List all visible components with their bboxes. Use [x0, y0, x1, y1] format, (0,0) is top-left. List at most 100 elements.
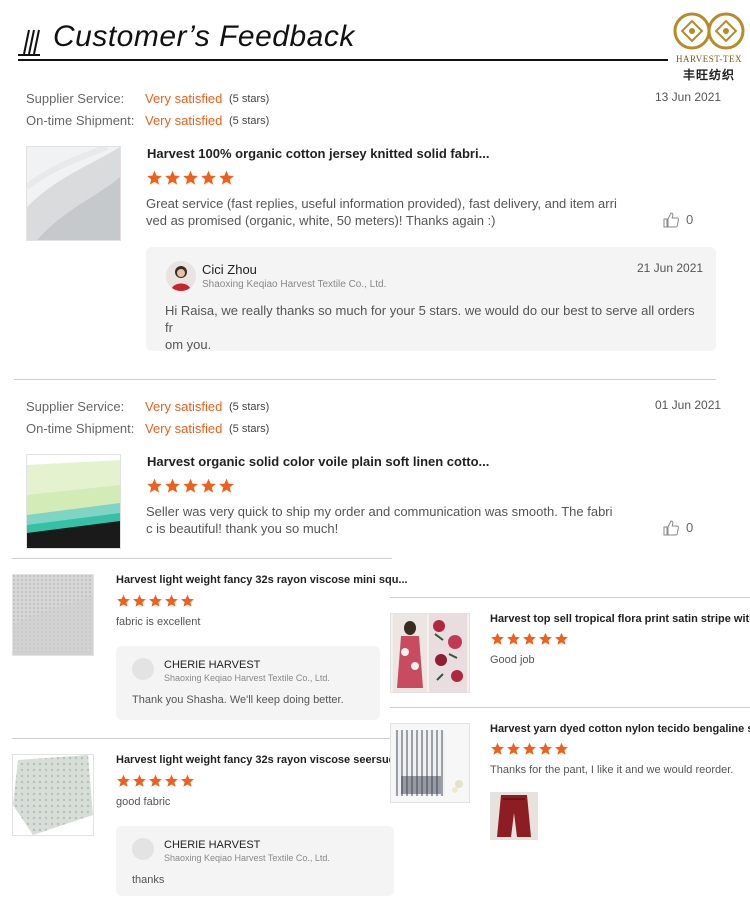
shipment-value: Very satisfied [145, 113, 223, 128]
header-divider [18, 59, 668, 61]
shipment-note: (5 stars) [229, 115, 270, 127]
reply-text: Thank you Shasha. We'll keep doing bette… [132, 694, 344, 706]
company-logo: HARVEST-TEX 丰旺纺织 [668, 8, 750, 82]
seller-reply: CHERIE HARVEST Shaoxing Keqiao Harvest T… [116, 826, 394, 896]
review-text-line: ved as promised (organic, white, 50 mete… [146, 213, 496, 228]
shipment-label: On-time Shipment: [26, 113, 135, 128]
shipment-value: Very satisfied [145, 421, 223, 436]
star-icon [147, 170, 162, 185]
product-title[interactable]: Harvest light weight fancy 32s rayon vis… [116, 574, 408, 586]
star-rating [146, 170, 236, 191]
product-thumbnail[interactable] [26, 146, 121, 241]
review-date: 01 Jun 2021 [655, 398, 722, 412]
star-icon [507, 742, 520, 755]
star-rating [116, 774, 196, 793]
star-icon [165, 170, 180, 185]
star-icon [147, 478, 162, 493]
reply-author: CHERIE HARVEST [164, 839, 261, 851]
reply-company: Shaoxing Keqiao Harvest Textile Co., Ltd… [164, 673, 330, 683]
mini-divider [12, 738, 392, 739]
product-title[interactable]: Harvest top sell tropical flora print sa… [490, 613, 750, 625]
supplier-service-value: Very satisfied [145, 399, 223, 414]
supplier-service-label: Supplier Service: [26, 91, 125, 106]
seller-reply: Cici Zhou Shaoxing Keqiao Harvest Textil… [146, 247, 716, 353]
star-icon [201, 478, 216, 493]
mini-divider [12, 558, 392, 559]
product-title[interactable]: Harvest 100% organic cotton jersey knitt… [147, 146, 489, 161]
star-icon [491, 632, 504, 645]
reply-author: CHERIE HARVEST [164, 659, 261, 671]
shipment-label: On-time Shipment: [26, 421, 135, 436]
shipment-note: (5 stars) [229, 423, 270, 435]
star-icon [165, 774, 178, 787]
star-icon [181, 594, 194, 607]
star-icon [539, 632, 552, 645]
star-rating [116, 594, 196, 613]
star-icon [133, 774, 146, 787]
thumbs-up-icon[interactable] [663, 520, 679, 536]
logo-emblem-icon [673, 12, 745, 50]
seller-reply: CHERIE HARVEST Shaoxing Keqiao Harvest T… [116, 646, 380, 720]
star-icon [133, 594, 146, 607]
review-text-line: Seller was very quick to ship my order a… [146, 504, 613, 519]
page-title: Customer’s Feedback [53, 20, 355, 53]
reply-date: 21 Jun 2021 [637, 261, 704, 275]
review-text-line: Great service (fast replies, useful info… [146, 196, 617, 211]
reply-text-line: om you. [165, 337, 212, 352]
logo-text-cn: 丰旺纺织 [682, 68, 735, 82]
star-icon [523, 632, 536, 645]
mini-divider [390, 597, 750, 598]
avatar [166, 261, 196, 291]
star-rating [490, 742, 570, 761]
star-icon [181, 774, 194, 787]
star-rating [146, 478, 236, 499]
reply-text: thanks [132, 874, 165, 886]
star-icon [149, 774, 162, 787]
header-slash-icon [18, 29, 40, 56]
star-icon [165, 594, 178, 607]
star-icon [523, 742, 536, 755]
product-thumbnail[interactable] [12, 574, 94, 656]
review-text: good fabric [116, 796, 171, 808]
star-icon [491, 742, 504, 755]
product-thumbnail[interactable] [12, 754, 94, 836]
star-icon [555, 632, 568, 645]
star-icon [555, 742, 568, 755]
star-icon [117, 594, 130, 607]
review-text: Thanks for the pant, I like it and we wo… [490, 764, 734, 776]
review-text-line: c is beautiful! thank you so much! [146, 521, 339, 536]
review-photo[interactable] [490, 792, 538, 840]
reply-company: Shaoxing Keqiao Harvest Textile Co., Ltd… [202, 279, 387, 290]
product-title[interactable]: Harvest organic solid color voile plain … [147, 454, 489, 469]
avatar [132, 658, 154, 680]
reply-text: Hi Raisa, we really thanks so much for y… [165, 302, 705, 353]
star-icon [183, 170, 198, 185]
product-title[interactable]: Harvest yarn dyed cotton nylon tecido be… [490, 723, 750, 735]
mini-divider [390, 707, 750, 708]
product-thumbnail[interactable] [390, 723, 470, 803]
star-rating [490, 632, 570, 651]
product-thumbnail[interactable] [26, 454, 121, 549]
star-icon [117, 774, 130, 787]
like-count: 0 [686, 520, 694, 535]
thumbs-up-icon[interactable] [663, 212, 679, 228]
reply-text-line: Hi Raisa, we really thanks so much for y… [165, 303, 695, 335]
like-count: 0 [686, 212, 694, 227]
review-text: fabric is excellent [116, 616, 201, 628]
star-icon [539, 742, 552, 755]
avatar [132, 838, 154, 860]
supplier-service-note: (5 stars) [229, 401, 270, 413]
review-date: 13 Jun 2021 [655, 90, 722, 104]
star-icon [165, 478, 180, 493]
product-thumbnail[interactable] [390, 613, 470, 693]
product-title[interactable]: Harvest light weight fancy 32s rayon vis… [116, 754, 404, 766]
star-icon [507, 632, 520, 645]
star-icon [219, 170, 234, 185]
supplier-service-note: (5 stars) [229, 93, 270, 105]
review-text: Seller was very quick to ship my order a… [146, 503, 626, 537]
review-text: Great service (fast replies, useful info… [146, 195, 626, 229]
star-icon [149, 594, 162, 607]
star-icon [219, 478, 234, 493]
reply-author: Cici Zhou [202, 262, 257, 277]
supplier-service-label: Supplier Service: [26, 399, 125, 414]
